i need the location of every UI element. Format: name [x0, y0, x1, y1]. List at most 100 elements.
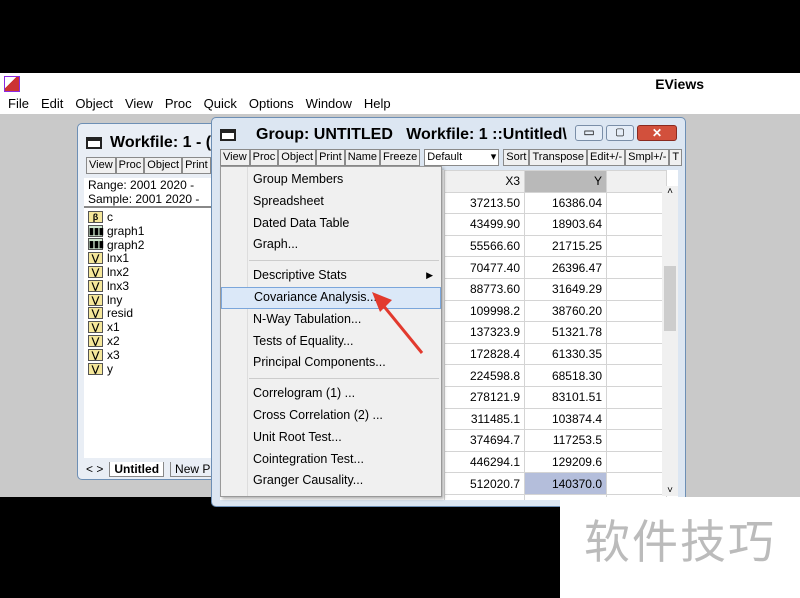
object-item[interactable]: ⋁ x1 — [88, 320, 222, 334]
cell[interactable]: 31649.29 — [524, 277, 607, 301]
cell[interactable]: 88773.60 — [444, 277, 525, 301]
menu-item[interactable]: Dated Data Table — [221, 213, 441, 235]
column-header-x3[interactable]: X3 — [444, 170, 525, 193]
menu-options[interactable]: Options — [243, 95, 300, 114]
cell[interactable]: 61330.35 — [524, 342, 607, 366]
vertical-scrollbar[interactable]: ˄ ˅ — [662, 186, 678, 496]
group-freeze-button[interactable]: Freeze — [380, 148, 421, 166]
object-item[interactable]: ⋁ lnx1 — [88, 251, 222, 265]
menu-item[interactable]: Spreadsheet — [221, 191, 441, 213]
object-item[interactable]: ⋁ x3 — [88, 348, 222, 362]
eviews-logo-icon — [4, 76, 20, 92]
group-toolbar-button[interactable]: Sort — [503, 148, 530, 166]
wf-print-button[interactable]: Print — [182, 156, 211, 174]
menu-item[interactable]: Granger Causality... — [221, 470, 441, 492]
menu-object[interactable]: Object — [69, 95, 119, 114]
object-item[interactable]: βc — [88, 210, 222, 224]
cell[interactable]: 117253.5 — [524, 429, 607, 452]
object-item[interactable]: ⋁ y — [88, 362, 222, 376]
group-toolbar-button[interactable]: Edit+/- — [587, 148, 626, 166]
menu-item[interactable]: Descriptive Stats ▶ — [221, 265, 441, 287]
cell[interactable]: 278121.9 — [444, 385, 525, 409]
submenu-arrow-icon: ▶ — [426, 270, 433, 281]
object-name: lnx1 — [107, 251, 130, 266]
maximize-button[interactable]: ▢ — [606, 125, 634, 141]
menu-help[interactable]: Help — [358, 95, 397, 114]
menu-view[interactable]: View — [119, 95, 159, 114]
object-item[interactable]: ⋁ lnx2 — [88, 265, 222, 279]
cell[interactable]: 16386.04 — [524, 191, 607, 215]
menu-file[interactable]: File — [2, 95, 35, 114]
cell[interactable]: 51321.78 — [524, 321, 607, 344]
object-list: β c ▮▮▮ graph1 ▮▮▮ graph2 ⋁ lnx1 ⋁ lnx2 ⋁ lnx3 ⋁ lny ⋁… — [84, 208, 226, 458]
cell[interactable]: 446294.1 — [444, 450, 525, 474]
cell[interactable]: 172828.4 — [444, 342, 525, 366]
menu-quick[interactable]: Quick — [198, 95, 243, 114]
group-toolbar-button[interactable]: Transpose — [529, 148, 588, 166]
cell[interactable]: 55566.60 — [444, 234, 525, 258]
series-icon: ⋁ — [88, 307, 103, 320]
series-icon: ⋁ — [88, 252, 103, 265]
table-row: 172828.4 61330.35 — [444, 342, 667, 366]
group-proc-button[interactable]: Proc — [249, 148, 279, 166]
cell[interactable]: 68518.30 — [524, 364, 607, 387]
close-button[interactable]: ✕ — [637, 125, 677, 141]
workfile-title: Workfile: 1 - ( — [110, 134, 212, 151]
group-toolbar-button[interactable]: T — [669, 148, 683, 166]
object-item[interactable]: ⋁ lnx3 — [88, 279, 222, 293]
menu-item[interactable]: Correlogram (1) ... — [221, 383, 441, 405]
group-view-button[interactable]: View — [220, 148, 250, 166]
cell[interactable]: 224598.8 — [444, 364, 525, 387]
cell[interactable]: 311485.1 — [444, 407, 525, 431]
cell[interactable]: 512020.7 — [444, 472, 525, 495]
table-row: 43499.90 18903.64 — [444, 213, 667, 236]
tab-new-page[interactable]: New P — [170, 462, 216, 477]
wf-proc-button[interactable]: Proc — [115, 156, 145, 174]
graph-icon: ▮▮▮ — [88, 238, 104, 251]
wf-object-button[interactable]: Object — [144, 156, 183, 174]
cell[interactable]: 129209.6 — [524, 450, 607, 474]
object-item[interactable]: ▮▮▮ graph2 — [88, 238, 222, 252]
object-item[interactable]: ▮▮▮ graph1 — [88, 224, 222, 238]
cell[interactable]: 374694.7 — [444, 429, 525, 452]
object-item[interactable]: ⋁ lny — [88, 293, 222, 307]
object-name: graph1 — [107, 223, 145, 238]
tab-untitled[interactable]: Untitled — [109, 462, 165, 477]
group-object-button[interactable]: Object — [278, 148, 317, 166]
cell[interactable]: 561999.8 — [444, 493, 525, 500]
menu-item[interactable]: Graph... — [221, 234, 441, 256]
table-row: 55566.60 21715.25 — [444, 234, 667, 258]
menu-proc[interactable]: Proc — [159, 95, 198, 114]
cell[interactable]: 109998.2 — [444, 299, 525, 323]
cell[interactable]: 18903.64 — [524, 213, 607, 236]
minimize-button[interactable]: ▭ — [575, 125, 603, 141]
menu-window[interactable]: Window — [300, 95, 358, 114]
scroll-thumb[interactable] — [664, 266, 676, 331]
group-name-button[interactable]: Name — [344, 148, 381, 166]
cell[interactable]: 38760.20 — [524, 299, 607, 323]
cell[interactable]: 103874.4 — [524, 407, 607, 431]
cell[interactable]: 83101.51 — [524, 385, 607, 409]
object-name: x1 — [107, 320, 120, 335]
menu-separator — [249, 378, 439, 380]
menu-item[interactable]: Group Members — [221, 169, 441, 191]
menu-item[interactable]: Unit Root Test... — [221, 427, 441, 449]
menu-item[interactable]: Cross Correlation (2) ... — [221, 405, 441, 427]
cell[interactable]: 37213.50 — [444, 191, 525, 215]
object-item[interactable]: ⋁ x2 — [88, 334, 222, 348]
cell[interactable]: 26396.47 — [524, 256, 607, 279]
cell[interactable]: 137323.9 — [444, 321, 525, 344]
menu-edit[interactable]: Edit — [35, 95, 69, 114]
cell[interactable]: 140370.0 — [524, 472, 607, 495]
cell[interactable]: 70477.40 — [444, 256, 525, 279]
cell[interactable]: 21715.25 — [524, 234, 607, 258]
column-header-y[interactable]: Y — [524, 170, 607, 193]
wf-view-button[interactable]: View — [86, 156, 116, 174]
display-select[interactable]: Default ▾ — [424, 148, 500, 166]
cell[interactable]: 43499.90 — [444, 213, 525, 236]
tab-nav-arrows[interactable]: < > — [86, 462, 103, 477]
group-print-button[interactable]: Print — [316, 148, 345, 166]
menu-item[interactable]: Cointegration Test... — [221, 449, 441, 471]
object-item[interactable]: ⋁ resid — [88, 306, 222, 320]
group-toolbar-button[interactable]: Smpl+/- — [625, 148, 670, 166]
